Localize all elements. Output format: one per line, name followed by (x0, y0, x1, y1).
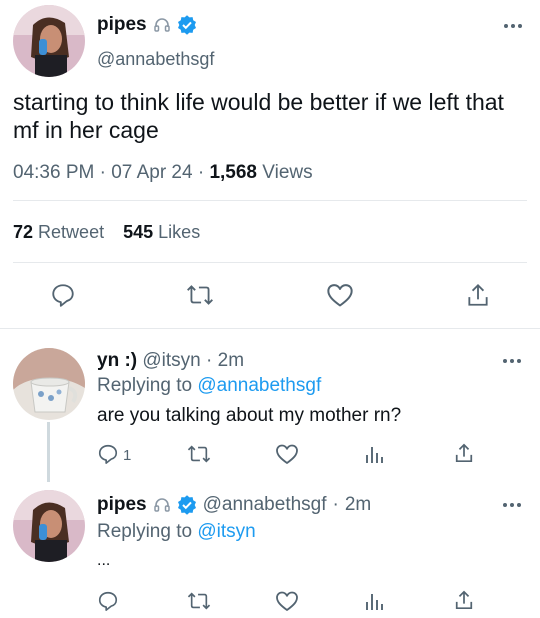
reply-handle[interactable]: @itsyn (142, 350, 200, 371)
more-options-icon[interactable] (503, 503, 521, 507)
retweet-label: Retweet (38, 222, 105, 242)
reply-icon[interactable] (97, 443, 119, 465)
reply-text: are you talking about my mother rn? (97, 405, 402, 426)
display-name[interactable]: pipes (97, 14, 147, 36)
replying-prefix: Replying to (97, 521, 193, 542)
analytics-icon[interactable] (364, 443, 384, 465)
divider (13, 262, 527, 263)
divider (0, 328, 540, 329)
retweet-icon[interactable] (185, 282, 215, 308)
reply-count: 1 (123, 447, 132, 464)
headphones-icon (153, 16, 171, 34)
meta-separator: · (99, 162, 106, 183)
reply-text: ... (97, 552, 111, 569)
reply-display-name[interactable]: pipes (97, 494, 147, 516)
more-options-icon[interactable] (504, 24, 522, 28)
share-icon[interactable] (466, 282, 490, 308)
reply-icon[interactable] (50, 282, 76, 308)
tweet-date: 07 Apr 24 (111, 162, 193, 183)
divider (13, 200, 527, 201)
tweet-text: starting to think life would be better i… (13, 89, 504, 143)
reply-time: 2m (217, 350, 245, 371)
meta-separator: · (197, 162, 205, 183)
reply-time: 2m (344, 494, 372, 515)
handle[interactable]: @annabethsgf (97, 49, 214, 70)
like-icon[interactable] (275, 590, 299, 612)
like-icon[interactable] (275, 443, 299, 465)
retweet-icon[interactable] (186, 443, 212, 465)
retweet-count: 72 (13, 222, 34, 242)
replying-to-link[interactable]: @annabethsgf (197, 375, 321, 396)
avatar-pipes[interactable] (13, 5, 85, 77)
tweet-meta: 04:36 PM · 07 Apr 24 · 1,568 Views (13, 162, 313, 184)
likes-stat[interactable]: 545 Likes (123, 222, 200, 242)
share-icon[interactable] (454, 442, 474, 464)
reply-display-name[interactable]: yn :) (97, 350, 137, 371)
avatar-pipes[interactable] (13, 490, 85, 562)
like-icon[interactable] (326, 282, 354, 308)
likes-count: 545 (123, 222, 154, 242)
reply-icon[interactable] (97, 590, 119, 612)
more-options-icon[interactable] (503, 359, 521, 363)
reply-dot: · (206, 350, 213, 371)
thread-line (47, 422, 50, 482)
reply-handle[interactable]: @annabethsgf (203, 494, 327, 516)
retweets-stat[interactable]: 72 Retweet (13, 222, 109, 242)
analytics-icon[interactable] (364, 590, 384, 612)
verified-badge-icon (177, 15, 197, 35)
tweet-time: 04:36 PM (13, 162, 95, 183)
replying-to-link[interactable]: @itsyn (197, 521, 255, 542)
headphones-icon (153, 496, 171, 514)
share-icon[interactable] (454, 589, 474, 611)
reply-dot: · (332, 494, 339, 515)
likes-label: Likes (158, 222, 201, 242)
views-label: Views (262, 162, 313, 183)
avatar-yn[interactable] (13, 348, 85, 420)
verified-badge-icon (177, 495, 197, 515)
views-count: 1,568 (209, 162, 257, 183)
replying-prefix: Replying to (97, 375, 193, 396)
retweet-icon[interactable] (186, 590, 212, 612)
